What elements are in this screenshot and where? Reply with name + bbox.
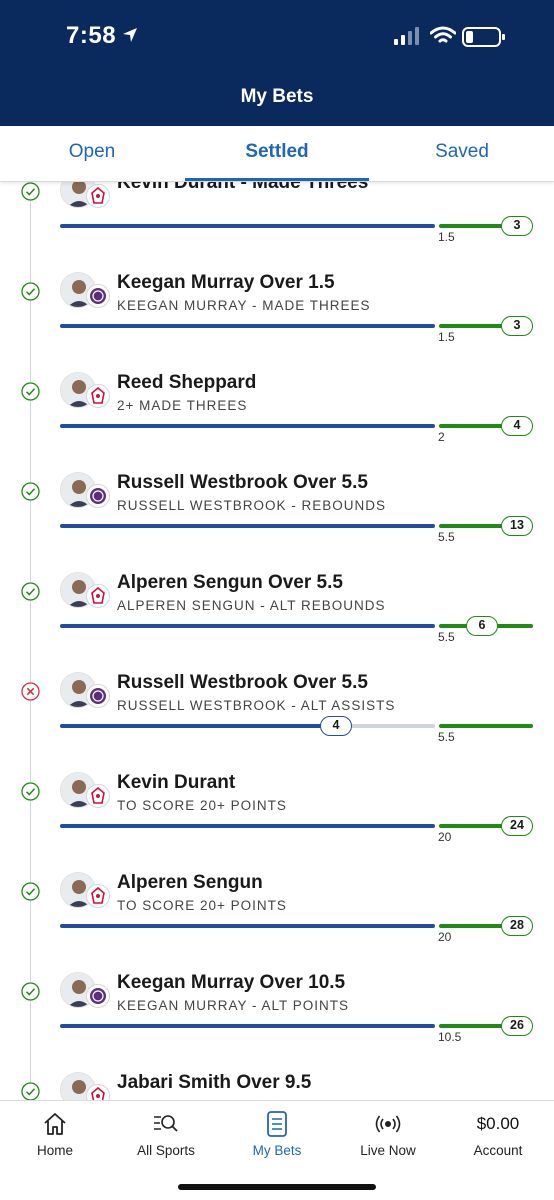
page-title: My Bets [240, 86, 314, 107]
bet-leg[interactable]: Reed Sheppard 2+ MADE THREES 2 4 [0, 300, 554, 444]
nav-account-label: Account [473, 1143, 523, 1158]
bet-tabs: Open Settled Saved [0, 126, 554, 182]
bet-leg[interactable]: Russell Westbrook Over 5.5 RUSSELL WESTBR… [0, 400, 554, 544]
location-arrow-icon [122, 27, 138, 48]
leg-won-check-icon [21, 1082, 40, 1100]
nav-live-now[interactable]: Live Now [333, 1109, 443, 1158]
leg-title: Jabari Smith Over 9.5 [117, 1072, 312, 1093]
leg-won-check-icon [21, 282, 40, 301]
leg-title: Russell Westbrook Over 5.5 [117, 472, 368, 493]
nav-all-sports[interactable]: All Sports [111, 1109, 221, 1158]
active-tab-indicator [185, 178, 369, 181]
leg-title: Alperen Sengun Over 5.5 [117, 572, 343, 593]
leg-won-check-icon [21, 982, 40, 1001]
leg-title: Alperen Sengun [117, 872, 263, 893]
bet-leg[interactable]: Alperen Sengun Over 5.5 ALPEREN SENGUN - … [0, 500, 554, 644]
nav-my-bets-label: My Bets [252, 1143, 302, 1158]
tab-open[interactable]: Open [0, 141, 184, 163]
status-time: 7:58 [66, 22, 117, 49]
bet-leg[interactable]: Russell Westbrook Over 5.5 RUSSELL WESTBR… [0, 600, 554, 744]
home-icon [0, 1109, 110, 1139]
account-balance: $0.00 [476, 1114, 520, 1133]
leg-won-check-icon [21, 382, 40, 401]
leg-won-check-icon [21, 782, 40, 801]
nav-home[interactable]: Home [0, 1109, 110, 1158]
rockets-logo-icon [86, 1084, 110, 1100]
leg-lost-x-icon [21, 682, 40, 701]
bet-leg[interactable]: Alperen Sengun TO SCORE 20+ POINTS 20 28 [0, 800, 554, 944]
bet-leg[interactable]: Kevin Durant TO SCORE 20+ POINTS 20 24 [0, 700, 554, 844]
leg-title: Kevin Durant - Made Threes [117, 182, 369, 193]
tab-saved[interactable]: Saved [370, 141, 554, 163]
nav-live-now-label: Live Now [360, 1143, 416, 1158]
tab-settled[interactable]: Settled [185, 141, 369, 163]
bet-leg[interactable]: Keegan Murray Over 10.5 KEEGAN MURRAY - A… [0, 900, 554, 1044]
live-broadcast-icon [333, 1109, 443, 1139]
leg-won-check-icon [21, 182, 40, 201]
leg-title: Kevin Durant [117, 772, 236, 793]
cellular-signal-icon [394, 27, 420, 50]
leg-title: Keegan Murray Over 1.5 [117, 272, 335, 293]
nav-my-bets[interactable]: My Bets [222, 1109, 332, 1158]
leg-won-check-icon [21, 482, 40, 501]
leg-won-check-icon [21, 582, 40, 601]
wifi-icon [429, 26, 457, 51]
home-indicator [178, 1184, 376, 1190]
bet-slip-icon [222, 1109, 332, 1139]
leg-title: Russell Westbrook Over 5.5 [117, 672, 368, 693]
nav-account[interactable]: $0.00 Account [443, 1109, 553, 1158]
bet-leg[interactable]: Keegan Murray Over 1.5 KEEGAN MURRAY - MA… [0, 200, 554, 344]
leg-won-check-icon [21, 882, 40, 901]
player-avatar-group [60, 1072, 112, 1100]
app-header: 7:58 My Bets [0, 0, 554, 126]
settled-bet-legs[interactable]: Kevin Durant - Made Threes 1.5 3 Keegan Mur… [0, 182, 554, 1100]
search-list-icon [111, 1109, 221, 1139]
leg-title: Reed Sheppard [117, 372, 257, 393]
nav-all-sports-label: All Sports [137, 1143, 195, 1158]
nav-home-label: Home [36, 1143, 73, 1158]
bet-leg[interactable]: Kevin Durant - Made Threes 1.5 3 [0, 182, 554, 244]
bet-leg[interactable]: Jabari Smith Over 9.5JABARI SMITH - ALT … [0, 1000, 554, 1100]
battery-icon [462, 27, 506, 52]
leg-title: Keegan Murray Over 10.5 [117, 972, 346, 993]
